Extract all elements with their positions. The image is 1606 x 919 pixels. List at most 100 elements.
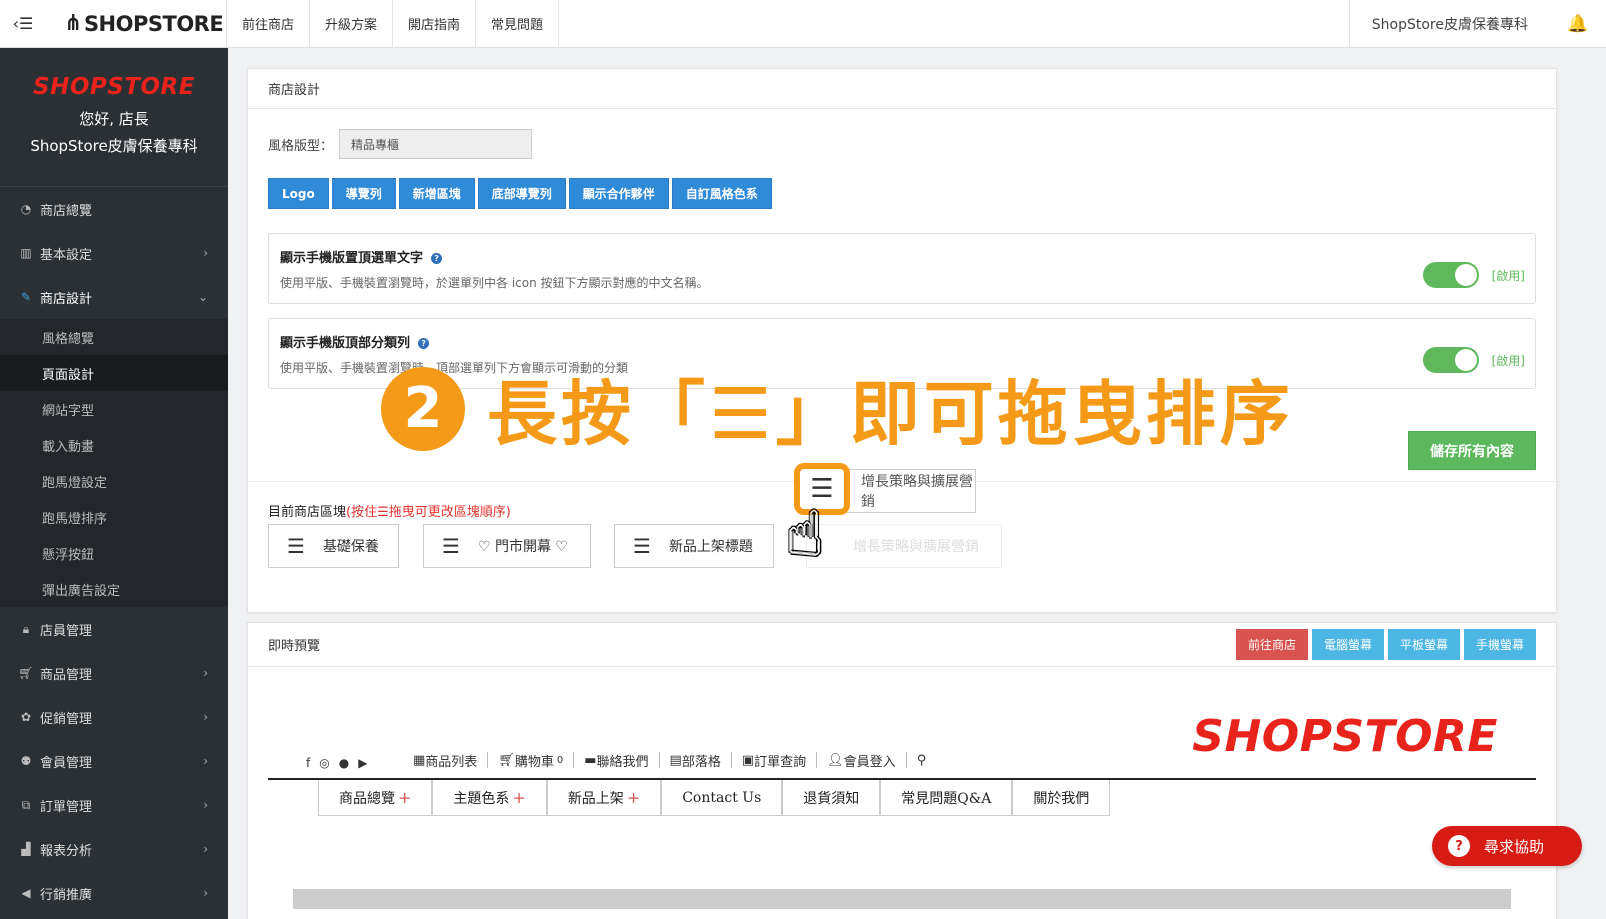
users-icon: ⚉: [20, 754, 32, 768]
top-nav-store[interactable]: 前往商店: [227, 0, 311, 48]
design-submenu: 風格總覽 頁面設計 網站字型 載入動畫 跑馬燈設定 跑馬燈排序 懸浮按鈕 彈出廣…: [0, 319, 228, 607]
option1-desc: 使用平版、手機裝置瀏覽時，於選單列中各 icon 按鈕下方顯示對應的中文名稱。: [280, 276, 709, 290]
youtube-icon[interactable]: ▶: [358, 756, 367, 770]
custom-colors-button[interactable]: 自訂風格色系: [671, 178, 772, 209]
sidebar-item-members[interactable]: ⚉ 會員管理 ›: [0, 739, 228, 783]
sidebar-item-basic[interactable]: ▥ 基本設定 ›: [0, 231, 228, 275]
drag-handle-icon[interactable]: ☰: [287, 536, 305, 556]
wand-icon: ✎: [20, 290, 32, 304]
add-block-button[interactable]: 新增區塊: [398, 178, 475, 209]
brand-logo[interactable]: ⋔ SHOPSTORE: [46, 0, 227, 48]
top-bar: ‹☰ ⋔ SHOPSTORE 前往商店 升級方案 開店指南 常見問題 ShopSt…: [0, 0, 1606, 48]
option2-toggle[interactable]: [1423, 347, 1479, 373]
design-panel-title: 商店設計: [248, 69, 1556, 109]
sidebar-item-products[interactable]: 🛒︎ 商品管理 ›: [0, 651, 228, 695]
preview-link-login[interactable]: 👤︎ 會員登入: [817, 752, 907, 770]
design-button-row: Logo 導覽列 新增區塊 底部導覽列 顯示合作夥伴 自訂風格色系: [268, 178, 772, 209]
question-chat-icon: ?: [1448, 835, 1470, 857]
preview-link-cart[interactable]: 🛒︎ 購物車 0: [488, 752, 575, 770]
preview-nav-item[interactable]: Contact Us: [661, 780, 783, 816]
preview-link-products[interactable]: ▦ 商品列表: [403, 752, 489, 770]
sidebar-store-name: ShopStore皮膚保養專科: [30, 137, 198, 155]
help-chat-button[interactable]: ? 尋求協助: [1432, 826, 1582, 866]
facebook-icon[interactable]: f: [306, 756, 310, 770]
desktop-view-button[interactable]: 電腦螢幕: [1311, 629, 1384, 660]
preview-link-blog[interactable]: ▤ 部落格: [660, 752, 732, 770]
option1-state: [啟用]: [1491, 269, 1525, 283]
top-nav-guide[interactable]: 開店指南: [393, 0, 477, 48]
preview-nav-item[interactable]: 關於我們: [1012, 780, 1111, 816]
sub-item-font[interactable]: 網站字型: [0, 391, 228, 427]
sub-item-loading[interactable]: 載入動畫: [0, 427, 228, 463]
blocks-label: 目前商店區塊(按住☰拖曳可更改區塊順序): [268, 505, 511, 520]
partners-button[interactable]: 顯示合作夥伴: [568, 178, 669, 209]
cart-icon: 🛒︎: [498, 752, 515, 768]
book-icon: ▤: [669, 752, 682, 768]
sub-item-marquee-order[interactable]: 跑馬燈排序: [0, 499, 228, 535]
chevron-right-icon: ›: [203, 754, 208, 768]
preview-nav-item[interactable]: 退貨須知: [782, 780, 881, 816]
sidebar-item-promo[interactable]: ✿ 促銷管理 ›: [0, 695, 228, 739]
step-number: 2: [381, 366, 465, 451]
bank-icon: ▥: [20, 246, 32, 260]
line-icon[interactable]: ●: [339, 756, 349, 770]
bell-icon[interactable]: 🔔: [1550, 14, 1606, 34]
instruction-text: 長按「☰」即可拖曳排序: [487, 373, 1294, 455]
lock-icon: 🔒︎: [22, 621, 30, 636]
menu-toggle-icon[interactable]: ‹☰: [0, 0, 46, 48]
preview-banner: [293, 889, 1511, 909]
search-icon[interactable]: ⚲: [907, 752, 937, 768]
block-item[interactable]: ☰ ♡ 門市開幕 ♡: [423, 524, 591, 568]
store-name-menu[interactable]: ShopStore皮膚保養專科: [1348, 0, 1550, 48]
top-nav-faq[interactable]: 常見問題: [476, 0, 560, 48]
preview-tabs: 前往商店 電腦螢幕 平板螢幕 手機螢幕: [1235, 629, 1536, 660]
drag-handle-icon[interactable]: ☰: [442, 536, 460, 556]
sub-item-page-design[interactable]: 頁面設計: [0, 355, 228, 391]
help-icon[interactable]: ?: [431, 253, 443, 264]
preview-nav-item[interactable]: 常見問題Q&A: [880, 780, 1013, 816]
drag-handle-icon[interactable]: ☰: [633, 536, 651, 556]
sidebar-item-marketing[interactable]: ◀ 行銷推廣 ›: [0, 871, 228, 915]
chevron-right-icon: ›: [203, 246, 208, 260]
top-nav-upgrade[interactable]: 升級方案: [310, 0, 394, 48]
preview-nav-item[interactable]: 新品上架 +: [546, 780, 662, 816]
save-all-button[interactable]: 儲存所有內容: [1408, 431, 1536, 470]
sidebar-item-reports[interactable]: ▟ 報表分析 ›: [0, 827, 228, 871]
style-row: 風格版型： 精品專櫃: [268, 129, 533, 159]
preview-panel: 即時預覽 前往商店 電腦螢幕 平板螢幕 手機螢幕 SHOPSTORE f ◎ ●…: [247, 622, 1557, 919]
preview-logo: SHOPSTORE: [1192, 711, 1498, 762]
sidebar-item-overview[interactable]: ◔ 商店總覽: [0, 187, 228, 231]
preview-nav-item[interactable]: 主題色系 +: [432, 780, 547, 816]
preview-link-orders[interactable]: ▣ 訂單查詢: [732, 752, 818, 770]
style-select[interactable]: 精品專櫃: [339, 129, 533, 159]
option2-title: 顯示手機版頂部分類列: [280, 336, 411, 351]
block-item[interactable]: ☰ 新品上架標題: [614, 524, 774, 568]
option-mobile-menu-text: 顯示手機版置頂選單文字? 使用平版、手機裝置瀏覽時，於選單列中各 icon 按鈕…: [268, 233, 1536, 304]
sidebar-item-staff[interactable]: 🔒︎ 店員管理: [0, 607, 228, 651]
sub-item-float-button[interactable]: 懸浮按鈕: [0, 535, 228, 571]
sidebar-item-design[interactable]: ✎ 商店設計 ⌄: [0, 275, 228, 319]
instruction-overlay: 2 長按「☰」即可拖曳排序: [381, 358, 1294, 459]
preview-nav-item[interactable]: 商品總覽 +: [318, 780, 433, 816]
option2-state: [啟用]: [1491, 354, 1525, 368]
sidebar-logo: SHOPSTORE: [33, 74, 195, 100]
sub-item-style[interactable]: 風格總覽: [0, 319, 228, 355]
mobile-view-button[interactable]: 手機螢幕: [1463, 629, 1536, 660]
option1-toggle[interactable]: [1423, 262, 1479, 288]
block-item[interactable]: ☰ 基礎保養: [268, 524, 399, 568]
bar-chart-icon: ▟: [21, 842, 31, 856]
go-store-button[interactable]: 前往商店: [1235, 629, 1308, 660]
sub-item-popup[interactable]: 彈出廣告設定: [0, 571, 228, 607]
instagram-icon[interactable]: ◎: [319, 756, 329, 770]
tablet-view-button[interactable]: 平板螢幕: [1387, 629, 1460, 660]
sub-item-marquee[interactable]: 跑馬燈設定: [0, 463, 228, 499]
plus-icon: +: [626, 788, 641, 807]
footer-nav-button[interactable]: 底部導覽列: [477, 178, 566, 209]
navbar-button[interactable]: 導覽列: [331, 178, 396, 209]
help-icon[interactable]: ?: [418, 338, 430, 349]
logo-button[interactable]: Logo: [268, 178, 329, 209]
greeting: 您好, 店長: [79, 110, 149, 128]
sidebar-item-orders[interactable]: ⧉ 訂單管理 ›: [0, 783, 228, 827]
preview-link-contact[interactable]: ▬ 聯絡我們: [574, 752, 660, 770]
sidebar-header: SHOPSTORE 您好, 店長 ShopStore皮膚保養專科: [0, 48, 228, 187]
